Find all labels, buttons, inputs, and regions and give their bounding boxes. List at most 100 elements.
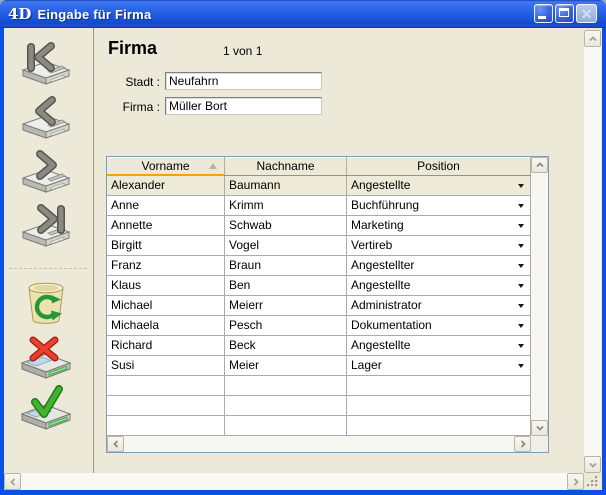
table-scroll-right-button[interactable] bbox=[514, 436, 531, 452]
table-row[interactable]: AnnetteSchwabMarketing bbox=[107, 216, 531, 236]
window-scroll-left-button[interactable] bbox=[4, 473, 21, 490]
cell-vorname[interactable]: Michael bbox=[107, 296, 225, 315]
table-row[interactable]: MichaelaPeschDokumentation bbox=[107, 316, 531, 336]
cell-position[interactable]: Administrator bbox=[347, 296, 531, 315]
window-horizontal-scrollbar[interactable] bbox=[4, 473, 584, 490]
cell-vorname[interactable]: Alexander bbox=[107, 176, 225, 195]
minimize-icon bbox=[538, 16, 546, 19]
cell-vorname[interactable]: Birgitt bbox=[107, 236, 225, 255]
scroll-up-icon bbox=[588, 34, 598, 44]
cell-position[interactable]: Marketing bbox=[347, 216, 531, 235]
column-header-position[interactable]: Position bbox=[347, 157, 531, 175]
table-horizontal-scrollbar[interactable] bbox=[107, 436, 531, 452]
cell-vorname[interactable]: Klaus bbox=[107, 276, 225, 295]
first-record-icon bbox=[18, 40, 74, 88]
table-row[interactable]: KlausBenAngestellte bbox=[107, 276, 531, 296]
firma-input[interactable] bbox=[165, 97, 322, 115]
table-row[interactable]: AlexanderBaumannAngestellte bbox=[107, 176, 531, 196]
cell-position[interactable]: Vertireb bbox=[347, 236, 531, 255]
app-icon-4d: 4D bbox=[8, 7, 31, 22]
table-row[interactable]: RichardBeckAngestellte bbox=[107, 336, 531, 356]
delete-record-button[interactable] bbox=[18, 278, 74, 328]
dropdown-arrow-icon[interactable] bbox=[518, 284, 524, 288]
window-eingabe-fuer-firma: 4D Eingabe für Firma ✕ bbox=[0, 0, 606, 495]
first-record-button[interactable] bbox=[18, 40, 74, 88]
table-row[interactable]: AnneKrimmBuchführung bbox=[107, 196, 531, 216]
dropdown-arrow-icon[interactable] bbox=[518, 244, 524, 248]
column-header-vorname[interactable]: Vorname bbox=[107, 157, 225, 175]
dropdown-arrow-icon[interactable] bbox=[518, 204, 524, 208]
cell-nachname[interactable]: Ben bbox=[225, 276, 347, 295]
last-record-button[interactable] bbox=[18, 202, 74, 250]
last-record-icon bbox=[18, 202, 74, 250]
dropdown-arrow-icon[interactable] bbox=[518, 264, 524, 268]
accept-record-button[interactable] bbox=[18, 385, 74, 433]
cell-nachname[interactable]: Beck bbox=[225, 336, 347, 355]
cell-vorname[interactable]: Anne bbox=[107, 196, 225, 215]
cell-vorname[interactable]: Michaela bbox=[107, 316, 225, 335]
window-scroll-up-button[interactable] bbox=[584, 30, 601, 47]
close-button[interactable]: ✕ bbox=[576, 4, 597, 23]
title-bar[interactable]: 4D Eingabe für Firma ✕ bbox=[0, 0, 606, 28]
cell-nachname[interactable]: Pesch bbox=[225, 316, 347, 335]
records-table: Vorname Nachname Position AlexanderBauma… bbox=[106, 156, 549, 453]
titlebar-buttons: ✕ bbox=[534, 4, 597, 23]
dropdown-arrow-icon[interactable] bbox=[518, 324, 524, 328]
cell-nachname[interactable]: Vogel bbox=[225, 236, 347, 255]
table-scroll-down-button[interactable] bbox=[531, 420, 548, 436]
sidebar-divider bbox=[93, 28, 94, 473]
window-scroll-down-button[interactable] bbox=[584, 456, 601, 473]
table-row[interactable]: BirgittVogelVertireb bbox=[107, 236, 531, 256]
table-row[interactable]: MichaelMeierrAdministrator bbox=[107, 296, 531, 316]
client-area: Firma 1 von 1 Stadt : Firma : Vorname Na… bbox=[4, 28, 602, 490]
dropdown-arrow-icon[interactable] bbox=[518, 224, 524, 228]
cancel-record-button[interactable] bbox=[18, 334, 74, 382]
window-vertical-scrollbar[interactable] bbox=[584, 30, 601, 473]
table-vertical-scrollbar[interactable] bbox=[531, 157, 548, 436]
cell-position[interactable]: Lager bbox=[347, 356, 531, 375]
cell-vorname[interactable]: Annette bbox=[107, 216, 225, 235]
cell-position[interactable]: Angestellte bbox=[347, 176, 531, 195]
column-header-label: Position bbox=[417, 159, 460, 173]
scroll-up-icon bbox=[535, 160, 545, 170]
dropdown-arrow-icon[interactable] bbox=[518, 304, 524, 308]
previous-record-button[interactable] bbox=[18, 94, 74, 142]
cell-empty bbox=[107, 396, 225, 415]
cell-position[interactable]: Angestellte bbox=[347, 276, 531, 295]
cell-nachname[interactable]: Meierr bbox=[225, 296, 347, 315]
trash-recycle-icon bbox=[18, 278, 74, 328]
cell-nachname[interactable]: Krimm bbox=[225, 196, 347, 215]
maximize-button[interactable] bbox=[555, 4, 574, 23]
column-header-nachname[interactable]: Nachname bbox=[225, 157, 347, 175]
cell-nachname[interactable]: Meier bbox=[225, 356, 347, 375]
cell-nachname[interactable]: Braun bbox=[225, 256, 347, 275]
table-scroll-up-button[interactable] bbox=[531, 157, 548, 173]
next-record-button[interactable] bbox=[18, 148, 74, 196]
dropdown-arrow-icon[interactable] bbox=[518, 184, 524, 188]
window-scroll-right-button[interactable] bbox=[567, 473, 584, 490]
cell-position[interactable]: Angestellter bbox=[347, 256, 531, 275]
close-icon: ✕ bbox=[577, 5, 596, 22]
cell-nachname[interactable]: Schwab bbox=[225, 216, 347, 235]
cell-nachname[interactable]: Baumann bbox=[225, 176, 347, 195]
table-row[interactable]: FranzBraunAngestellter bbox=[107, 256, 531, 276]
record-counter: 1 von 1 bbox=[223, 44, 262, 58]
table-row[interactable]: SusiMeierLager bbox=[107, 356, 531, 376]
cell-vorname[interactable]: Richard bbox=[107, 336, 225, 355]
accept-check-icon bbox=[18, 385, 74, 433]
firma-label: Firma : bbox=[100, 100, 160, 114]
dropdown-arrow-icon[interactable] bbox=[518, 344, 524, 348]
cell-vorname[interactable]: Susi bbox=[107, 356, 225, 375]
table-scroll-left-button[interactable] bbox=[107, 436, 124, 452]
stadt-input[interactable] bbox=[165, 72, 322, 90]
table-row-empty bbox=[107, 396, 531, 416]
window-resize-grip[interactable] bbox=[584, 473, 602, 490]
cell-position[interactable]: Angestellte bbox=[347, 336, 531, 355]
cell-vorname[interactable]: Franz bbox=[107, 256, 225, 275]
minimize-button[interactable] bbox=[534, 4, 553, 23]
form-title: Firma bbox=[108, 38, 157, 59]
cell-empty bbox=[107, 416, 225, 435]
cell-position[interactable]: Dokumentation bbox=[347, 316, 531, 335]
dropdown-arrow-icon[interactable] bbox=[518, 364, 524, 368]
cell-position[interactable]: Buchführung bbox=[347, 196, 531, 215]
